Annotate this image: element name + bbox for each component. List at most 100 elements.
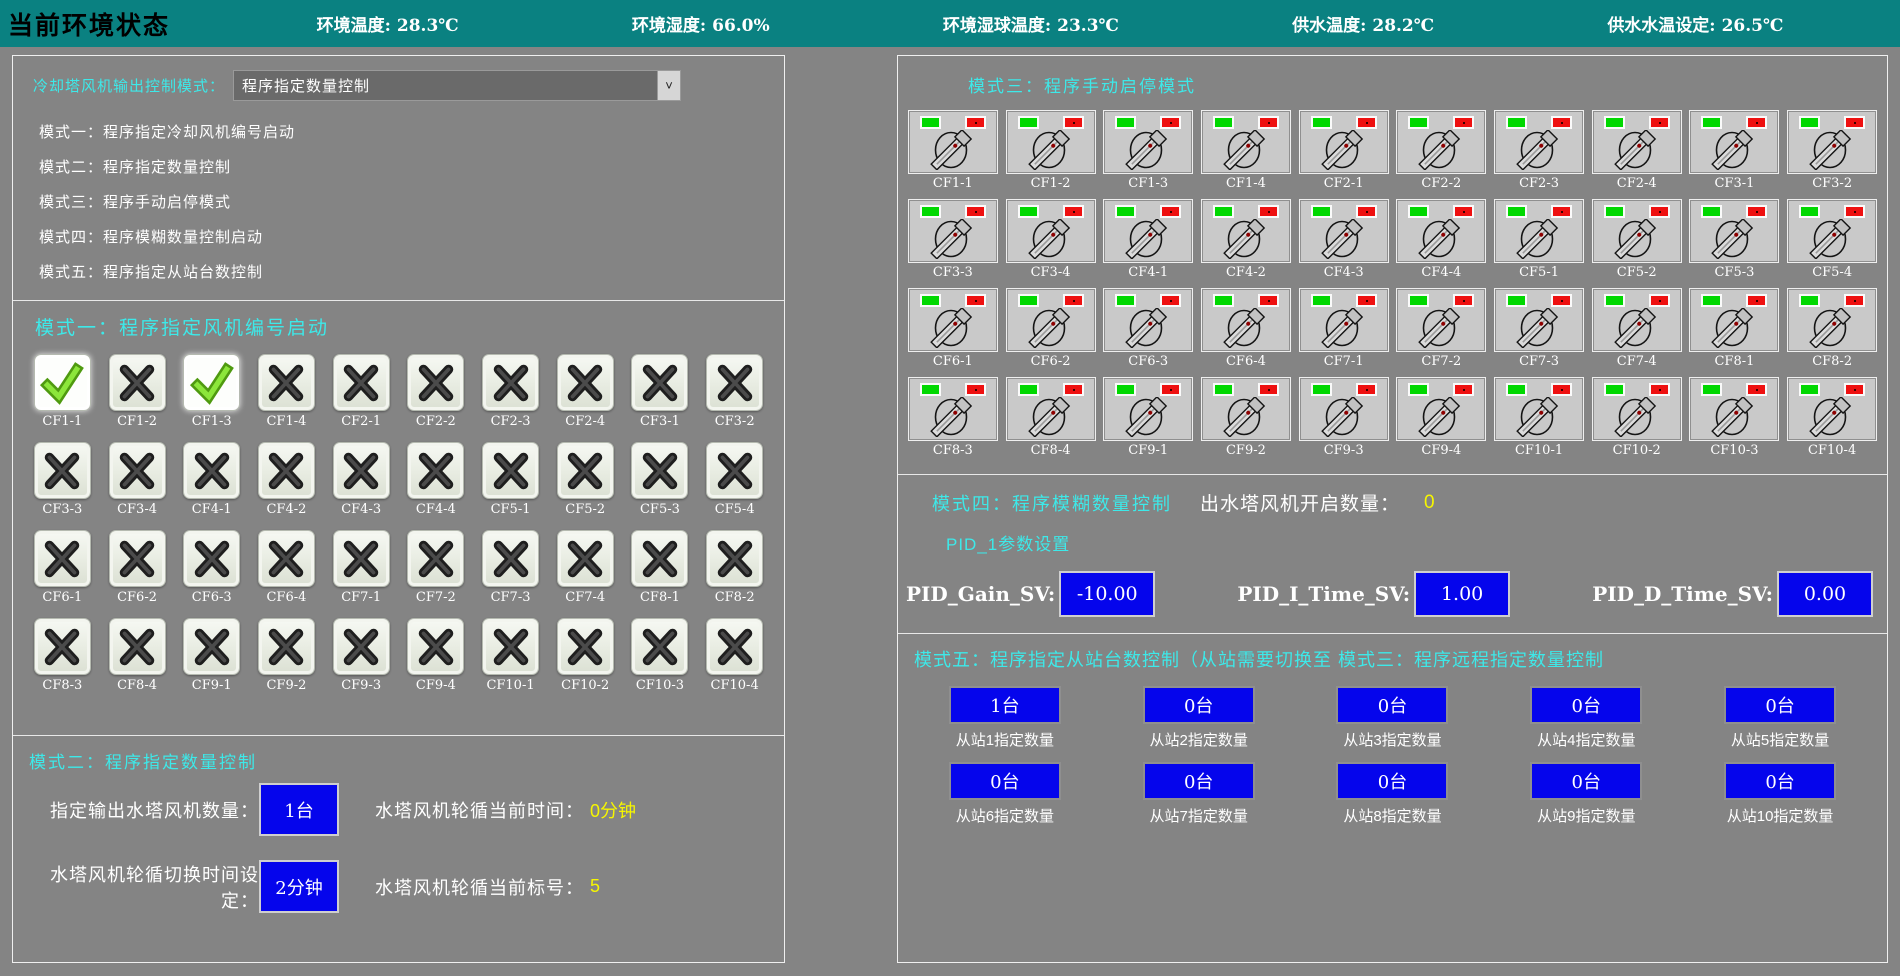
manual-switch-CF3-3[interactable] <box>909 200 997 262</box>
manual-switch-CF8-4[interactable] <box>1007 378 1095 440</box>
fan-off-button-CF6-2[interactable] <box>109 530 166 587</box>
manual-switch-CF10-1[interactable] <box>1495 378 1583 440</box>
manual-switch-CF9-4[interactable] <box>1397 378 1485 440</box>
manual-switch-CF1-3[interactable] <box>1104 111 1192 173</box>
dropdown-arrow-icon[interactable]: ˅ <box>657 71 680 100</box>
fan-item-CF1-1: CF1-1 <box>25 354 100 429</box>
fan-off-button-CF1-4[interactable] <box>258 354 315 411</box>
manual-switch-CF8-2[interactable] <box>1788 289 1876 351</box>
manual-switch-CF10-3[interactable] <box>1690 378 1778 440</box>
manual-switch-CF6-2[interactable] <box>1007 289 1095 351</box>
fan-on-button-CF1-3[interactable] <box>183 354 240 411</box>
fan-off-button-CF4-2[interactable] <box>258 442 315 499</box>
manual-switch-CF4-2[interactable] <box>1202 200 1290 262</box>
fan-off-button-CF2-2[interactable] <box>407 354 464 411</box>
fan-off-button-CF8-4[interactable] <box>109 618 166 675</box>
manual-switch-CF1-2[interactable] <box>1007 111 1095 173</box>
fan-off-button-CF5-3[interactable] <box>631 442 688 499</box>
fan-off-button-CF10-2[interactable] <box>557 618 614 675</box>
manual-switch-CF3-2[interactable] <box>1788 111 1876 173</box>
manual-switch-CF6-4[interactable] <box>1202 289 1290 351</box>
fan-off-button-CF4-4[interactable] <box>407 442 464 499</box>
manual-switch-CF4-1[interactable] <box>1104 200 1192 262</box>
manual-switch-CF10-4[interactable] <box>1788 378 1876 440</box>
pid-param-input[interactable]: 0.00 <box>1777 571 1873 617</box>
manual-switch-CF2-2[interactable] <box>1397 111 1485 173</box>
fan-off-button-CF2-4[interactable] <box>557 354 614 411</box>
manual-switch-CF2-1[interactable] <box>1300 111 1388 173</box>
fan-off-button-CF2-1[interactable] <box>333 354 390 411</box>
fan-off-button-CF7-3[interactable] <box>482 530 539 587</box>
manual-switch-CF2-4[interactable] <box>1593 111 1681 173</box>
slave-station-quantity-input[interactable]: 0台 <box>1724 686 1836 724</box>
fan-off-button-CF6-3[interactable] <box>183 530 240 587</box>
fan-off-button-CF7-2[interactable] <box>407 530 464 587</box>
manual-switch-CF8-3[interactable] <box>909 378 997 440</box>
fan-off-button-CF4-3[interactable] <box>333 442 390 499</box>
fan-off-button-CF6-1[interactable] <box>34 530 91 587</box>
manual-switch-CF7-2[interactable] <box>1397 289 1485 351</box>
manual-switch-CF8-1[interactable] <box>1690 289 1778 351</box>
slave-station-label: 从站10指定数量 <box>1727 805 1834 826</box>
fan-off-button-CF10-1[interactable] <box>482 618 539 675</box>
fan-off-button-CF9-2[interactable] <box>258 618 315 675</box>
manual-switch-CF4-3[interactable] <box>1300 200 1388 262</box>
fan-off-button-CF10-3[interactable] <box>631 618 688 675</box>
fan-off-button-CF3-1[interactable] <box>631 354 688 411</box>
slave-station-quantity-input[interactable]: 0台 <box>1530 762 1642 800</box>
manual-switch-CF5-2[interactable] <box>1593 200 1681 262</box>
manual-switch-CF9-2[interactable] <box>1202 378 1290 440</box>
fan-quantity-input[interactable]: 1台 <box>259 783 339 836</box>
manual-switch-CF7-3[interactable] <box>1495 289 1583 351</box>
fan-off-button-CF8-2[interactable] <box>706 530 763 587</box>
manual-switch-CF3-4[interactable] <box>1007 200 1095 262</box>
slave-station-quantity-input[interactable]: 0台 <box>1530 686 1642 724</box>
fan-off-button-CF5-1[interactable] <box>482 442 539 499</box>
manual-switch-CF1-4[interactable] <box>1202 111 1290 173</box>
manual-switch-CF2-3[interactable] <box>1495 111 1583 173</box>
fan-off-button-CF10-4[interactable] <box>706 618 763 675</box>
fan-off-button-CF7-4[interactable] <box>557 530 614 587</box>
pid-param-input[interactable]: -10.00 <box>1059 571 1155 617</box>
slave-station-quantity-input[interactable]: 1台 <box>949 686 1061 724</box>
slave-station-quantity-input[interactable]: 0台 <box>1143 762 1255 800</box>
fan-off-button-CF9-1[interactable] <box>183 618 240 675</box>
manual-switch-CF1-1[interactable] <box>909 111 997 173</box>
manual-switch-CF4-4[interactable] <box>1397 200 1485 262</box>
manual-switch-CF5-4[interactable] <box>1788 200 1876 262</box>
output-mode-select[interactable]: 程序指定数量控制 ˅ <box>233 70 681 101</box>
fan-off-button-CF9-3[interactable] <box>333 618 390 675</box>
fan-off-button-CF3-3[interactable] <box>34 442 91 499</box>
fan-off-button-CF7-1[interactable] <box>333 530 390 587</box>
fan-off-button-CF8-1[interactable] <box>631 530 688 587</box>
fan-off-button-CF2-3[interactable] <box>482 354 539 411</box>
manual-switch-CF10-2[interactable] <box>1593 378 1681 440</box>
manual-switch-CF7-1[interactable] <box>1300 289 1388 351</box>
manual-switch-CF6-1[interactable] <box>909 289 997 351</box>
manual-switch-CF3-1[interactable] <box>1690 111 1778 173</box>
manual-switch-CF6-3[interactable] <box>1104 289 1192 351</box>
slave-station-quantity-input[interactable]: 0台 <box>1336 762 1448 800</box>
fan-off-button-CF5-2[interactable] <box>557 442 614 499</box>
slave-station-quantity-input[interactable]: 0台 <box>949 762 1061 800</box>
slave-station-quantity-input[interactable]: 0台 <box>1724 762 1836 800</box>
fan-off-button-CF6-4[interactable] <box>258 530 315 587</box>
fan-off-button-CF1-2[interactable] <box>109 354 166 411</box>
fan-off-button-CF3-4[interactable] <box>109 442 166 499</box>
slave-station-quantity-input[interactable]: 0台 <box>1143 686 1255 724</box>
manual-switch-CF9-1[interactable] <box>1104 378 1192 440</box>
fan-off-button-CF8-3[interactable] <box>34 618 91 675</box>
pid-param-input[interactable]: 1.00 <box>1414 571 1510 617</box>
manual-switch-CF5-3[interactable] <box>1690 200 1778 262</box>
fan-label: CF5-1 <box>491 502 531 517</box>
fan-off-button-CF9-4[interactable] <box>407 618 464 675</box>
manual-switch-CF5-1[interactable] <box>1495 200 1583 262</box>
fan-off-button-CF3-2[interactable] <box>706 354 763 411</box>
fan-on-button-CF1-1[interactable] <box>34 354 91 411</box>
manual-switch-CF7-4[interactable] <box>1593 289 1681 351</box>
fan-off-button-CF4-1[interactable] <box>183 442 240 499</box>
manual-switch-CF9-3[interactable] <box>1300 378 1388 440</box>
rotation-switch-time-input[interactable]: 2分钟 <box>259 860 339 913</box>
slave-station-quantity-input[interactable]: 0台 <box>1336 686 1448 724</box>
fan-off-button-CF5-4[interactable] <box>706 442 763 499</box>
